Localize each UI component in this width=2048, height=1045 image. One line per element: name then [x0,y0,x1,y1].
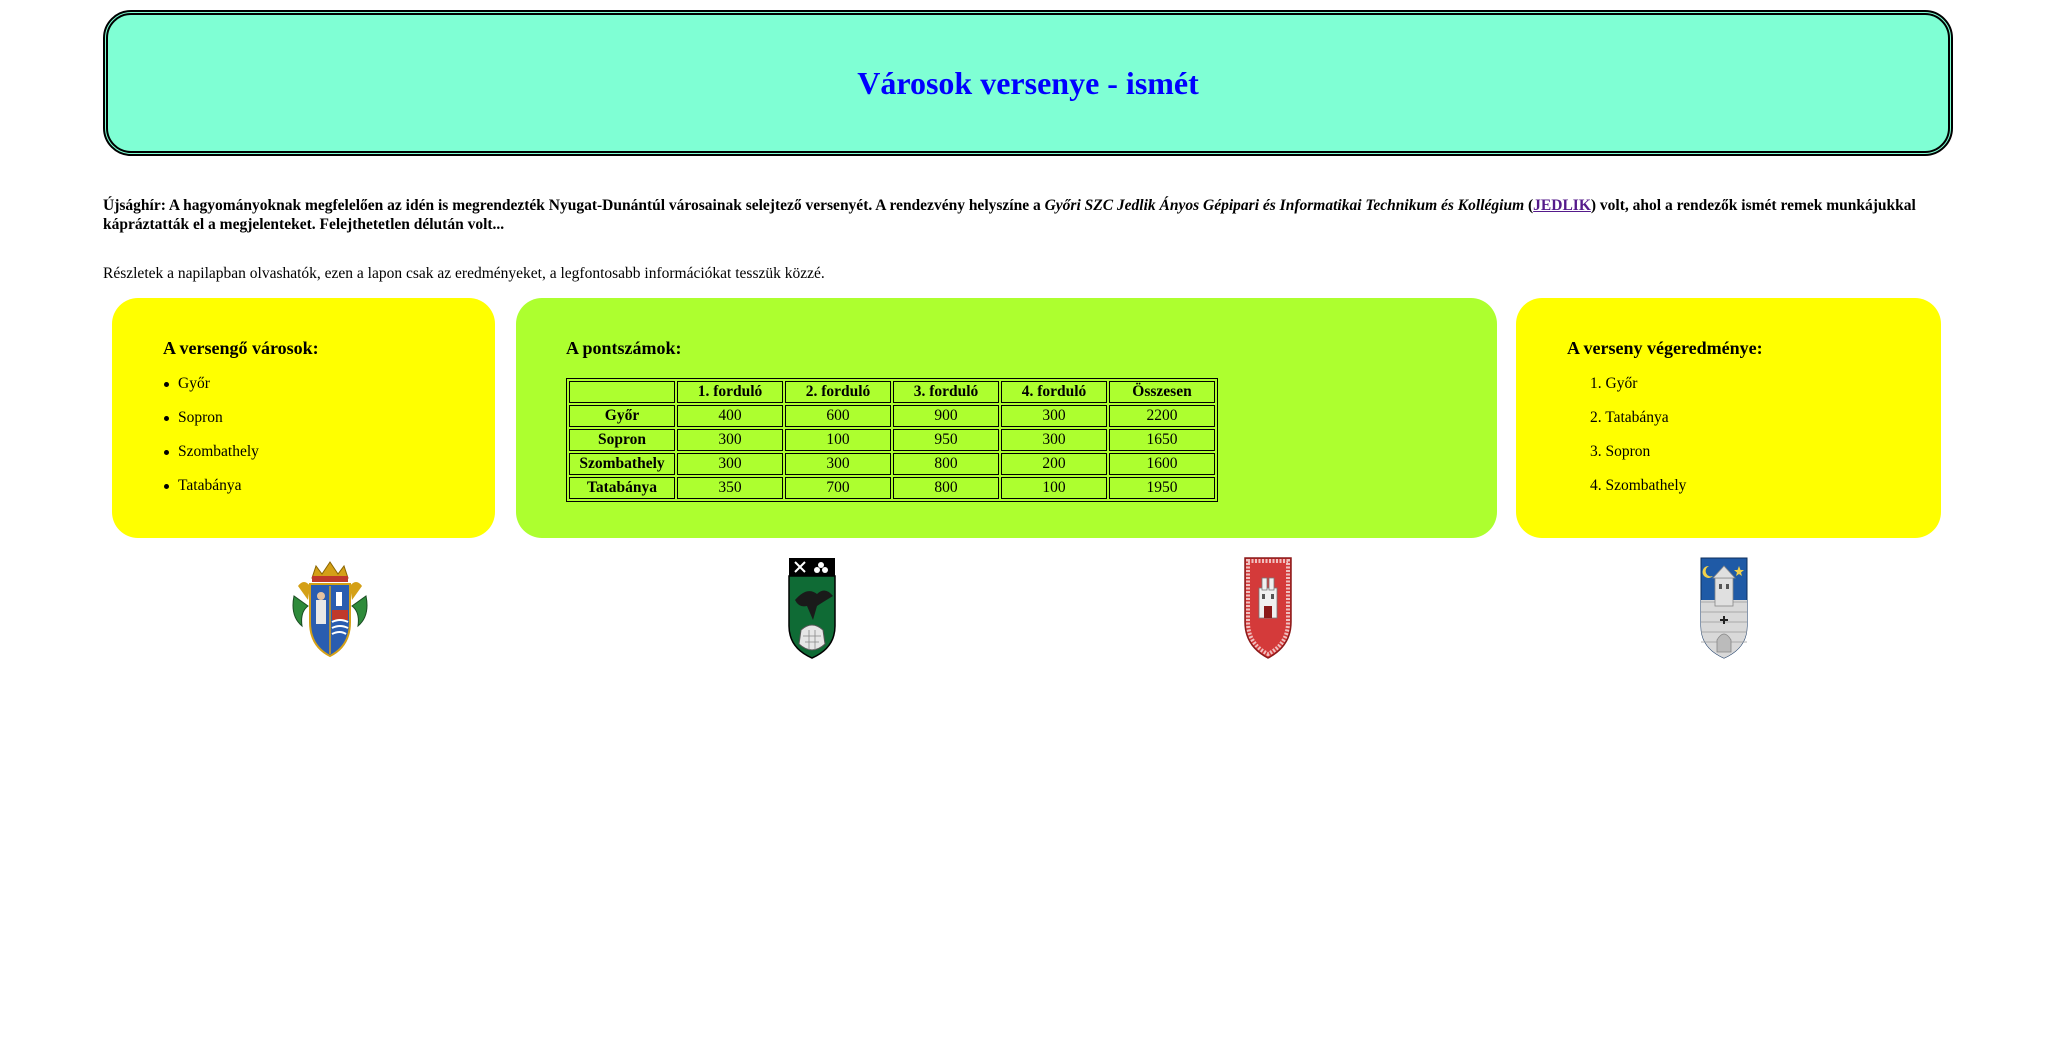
table-cell: 900 [893,405,999,427]
paren-open: ( [1524,197,1534,214]
column-header: 3. forduló [893,381,999,403]
list-item: Győr [164,374,259,408]
list-item: 1. Győr [1590,375,1638,392]
points-box: A pontszámok: 1. forduló 2. forduló 3. f… [516,298,1497,538]
table-cell: 2200 [1109,405,1215,427]
tatabanya-coat-of-arms-icon [772,556,852,660]
table-cell: 300 [785,453,891,475]
column-header: 4. forduló [1001,381,1107,403]
table-cell: 300 [677,429,783,451]
column-header: 1. forduló [677,381,783,403]
table-cell: 950 [893,429,999,451]
points-heading: A pontszámok: [566,338,682,358]
table-cell: 800 [893,453,999,475]
news-lead: Újsághír: A hagyományoknak megfelelően a… [103,197,1045,214]
table-cell: 100 [1001,477,1107,499]
row-header: Tatabánya [569,477,675,499]
table-cell: 600 [785,405,891,427]
table-cell: 300 [1001,429,1107,451]
table-cell: 1650 [1109,429,1215,451]
cities-heading: A versengő városok: [163,338,319,358]
jedlik-link[interactable]: JEDLIK [1533,197,1591,214]
venue-name: Győri SZC Jedlik Ányos Gépipari és Infor… [1044,197,1525,214]
results-box: A verseny végeredménye: 1. Győr 2. Tatab… [1516,298,1941,538]
table-row: Szombathely 300 300 800 200 1600 [569,453,1215,475]
table-cell: 200 [1001,453,1107,475]
table-cell: 300 [677,453,783,475]
list-item: Tatabánya [164,476,259,510]
table-row: Tatabánya 350 700 800 100 1950 [569,477,1215,499]
column-header: 2. forduló [785,381,891,403]
table-cell: 1950 [1109,477,1215,499]
page-title: Városok versenye - ismét [857,64,1199,101]
cities-box: A versengő városok: Győr Sopron Szombath… [112,298,495,538]
row-header: Sopron [569,429,675,451]
results-heading: A verseny végeredménye: [1567,338,1763,358]
news-paragraph: Újsághír: A hagyományoknak megfelelően a… [103,196,1953,234]
table-cell: 1600 [1109,453,1215,475]
table-cell: 700 [785,477,891,499]
table-cell: 400 [677,405,783,427]
column-header [569,381,675,403]
table-row: Győr 400 600 900 300 2200 [569,405,1215,427]
column-header: Összesen [1109,381,1215,403]
cities-list: Győr Sopron Szombathely Tatabánya [164,374,259,510]
page-header: Városok versenye - ismét [103,10,1953,156]
table-cell: 800 [893,477,999,499]
row-header: Győr [569,405,675,427]
szombathely-coat-of-arms-icon [1684,556,1764,660]
list-item: Sopron [164,408,259,442]
table-cell: 300 [1001,405,1107,427]
list-item: 4. Szombathely [1590,477,1687,494]
table-row: Sopron 300 100 950 300 1650 [569,429,1215,451]
scores-table: 1. forduló 2. forduló 3. forduló 4. ford… [566,378,1218,502]
results-list: 1. Győr 2. Tatabánya 3. Sopron 4. Szomba… [1590,374,1686,510]
table-cell: 100 [785,429,891,451]
list-item: Szombathely [164,442,259,476]
sopron-coat-of-arms-icon [1228,556,1308,660]
list-item: 2. Tatabánya [1590,409,1669,426]
table-header-row: 1. forduló 2. forduló 3. forduló 4. ford… [569,381,1215,403]
details-text: Részletek a napilapban olvashatók, ezen … [103,265,825,282]
gyor-coat-of-arms-icon [290,556,370,660]
row-header: Szombathely [569,453,675,475]
list-item: 3. Sopron [1590,443,1651,460]
table-cell: 350 [677,477,783,499]
